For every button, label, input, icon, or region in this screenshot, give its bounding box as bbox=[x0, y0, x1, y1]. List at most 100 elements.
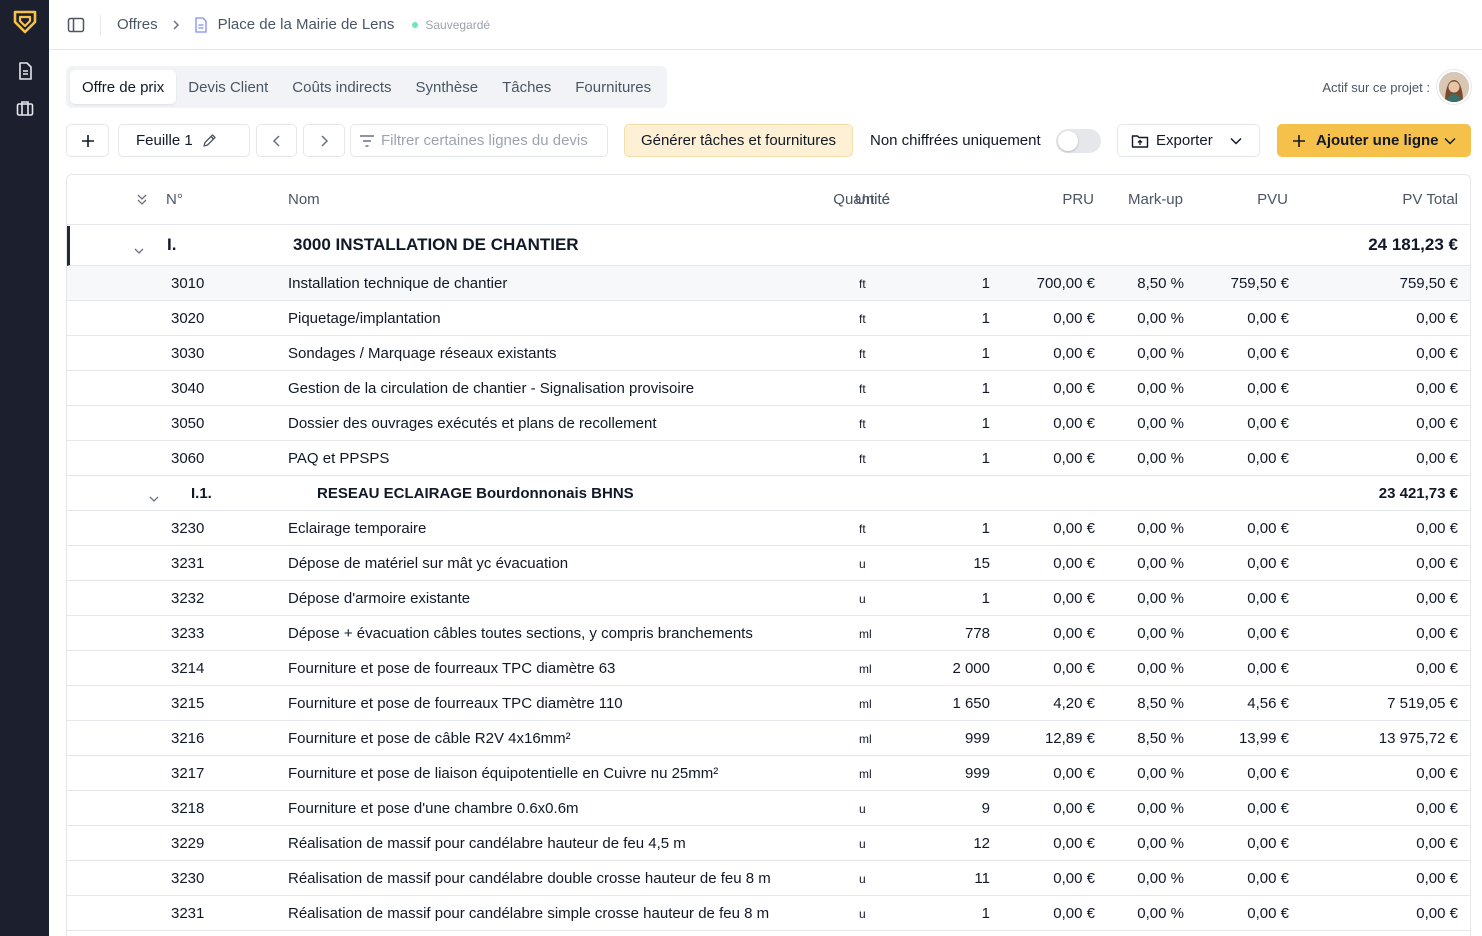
row-name[interactable]: Fourniture et pose de fourreaux TPC diam… bbox=[288, 695, 623, 712]
row-markup[interactable]: 0,00 % bbox=[1137, 450, 1184, 467]
table-row[interactable]: 3216 Fourniture et pose de câble R2V 4x16… bbox=[67, 721, 1470, 756]
row-markup[interactable]: 0,00 % bbox=[1137, 765, 1184, 782]
row-markup[interactable]: 0,00 % bbox=[1137, 870, 1184, 887]
row-name[interactable]: Réalisation de massif pour candélabre do… bbox=[288, 870, 771, 887]
row-unit[interactable]: ft bbox=[859, 452, 866, 466]
row-markup[interactable]: 0,00 % bbox=[1137, 800, 1184, 817]
row-markup[interactable]: 0,00 % bbox=[1137, 380, 1184, 397]
table-row[interactable]: 3020 Piquetage/implantation ft 1 0,00 € 0,00 … bbox=[67, 301, 1470, 336]
row-unit[interactable]: ml bbox=[859, 627, 872, 641]
row-unit[interactable]: ml bbox=[859, 662, 872, 676]
row-quantity[interactable]: 999 bbox=[965, 765, 990, 782]
row-name[interactable]: Dépose d'armoire existante bbox=[288, 590, 470, 607]
documents-icon[interactable] bbox=[15, 61, 35, 81]
table-row[interactable]: 3217 Fourniture et pose de liaison équipo… bbox=[67, 756, 1470, 791]
breadcrumb-offres[interactable]: Offres bbox=[117, 16, 158, 33]
row-pru[interactable]: 0,00 € bbox=[1053, 870, 1095, 887]
pencil-icon[interactable] bbox=[202, 133, 217, 148]
table-row[interactable]: 3233 Dépose + évacuation câbles toutes se… bbox=[67, 616, 1470, 651]
row-pru[interactable]: 0,00 € bbox=[1053, 660, 1095, 677]
row-quantity[interactable]: 1 bbox=[982, 520, 990, 537]
row-pru[interactable]: 0,00 € bbox=[1053, 380, 1095, 397]
tab-offre-de-prix[interactable]: Offre de prix bbox=[70, 70, 177, 104]
row-quantity[interactable]: 999 bbox=[965, 730, 990, 747]
row-markup[interactable]: 0,00 % bbox=[1137, 310, 1184, 327]
collapse-chevron-icon[interactable] bbox=[134, 242, 144, 259]
row-unit[interactable]: ft bbox=[859, 417, 866, 431]
table-row[interactable]: 3230 Réalisation de massif pour candélabr… bbox=[67, 861, 1470, 896]
row-unit[interactable]: ml bbox=[859, 767, 872, 781]
column-number[interactable]: N° bbox=[166, 191, 183, 208]
group-row[interactable]: I.1. RESEAU ECLAIRAGE Bourdonnonais BHNS 2… bbox=[67, 476, 1470, 511]
table-row[interactable]: 3010 Installation technique de chantier ft… bbox=[67, 266, 1470, 301]
tab-fournitures[interactable]: Fournitures bbox=[563, 70, 663, 104]
row-quantity[interactable]: 778 bbox=[965, 625, 990, 642]
tab-taches[interactable]: Tâches bbox=[490, 70, 563, 104]
row-quantity[interactable]: 1 bbox=[982, 345, 990, 362]
row-unit[interactable]: u bbox=[859, 557, 866, 571]
row-markup[interactable]: 0,00 % bbox=[1137, 835, 1184, 852]
row-pru[interactable]: 12,89 € bbox=[1045, 730, 1095, 747]
table-row[interactable]: 3232 Dépose d'armoire existante u 1 0,00 € 0,… bbox=[67, 581, 1470, 616]
briefcase-icon[interactable] bbox=[15, 98, 35, 118]
tab-couts-indirects[interactable]: Coûts indirects bbox=[280, 70, 403, 104]
group-row[interactable]: I. 3000 INSTALLATION DE CHANTIER 24 181,23… bbox=[67, 226, 1470, 266]
row-markup[interactable]: 0,00 % bbox=[1137, 520, 1184, 537]
row-markup[interactable]: 8,50 % bbox=[1137, 730, 1184, 747]
row-unit[interactable]: u bbox=[859, 592, 866, 606]
table-row[interactable]: 3229 Réalisation de massif pour candélabr… bbox=[67, 826, 1470, 861]
row-quantity[interactable]: 1 bbox=[982, 590, 990, 607]
row-pru[interactable]: 0,00 € bbox=[1053, 835, 1095, 852]
row-unit[interactable]: u bbox=[859, 907, 866, 921]
table-row[interactable]: 3050 Dossier des ouvrages exécutés et pla… bbox=[67, 406, 1470, 441]
row-pru[interactable]: 0,00 € bbox=[1053, 555, 1095, 572]
row-markup[interactable]: 0,00 % bbox=[1137, 345, 1184, 362]
row-quantity[interactable]: 1 bbox=[982, 905, 990, 922]
sidebar-toggle-icon[interactable] bbox=[67, 16, 85, 34]
row-name[interactable]: Sondages / Marquage réseaux existants bbox=[288, 345, 557, 362]
row-name[interactable]: Fourniture et pose de fourreaux TPC diam… bbox=[288, 660, 615, 677]
row-name[interactable]: Dossier des ouvrages exécutés et plans d… bbox=[288, 415, 657, 432]
row-markup[interactable]: 8,50 % bbox=[1137, 695, 1184, 712]
row-pru[interactable]: 0,00 € bbox=[1053, 625, 1095, 642]
column-pvu[interactable]: PVU bbox=[1257, 191, 1288, 208]
table-row[interactable]: 3218 Fourniture et pose d'une chambre 0.6… bbox=[67, 791, 1470, 826]
row-markup[interactable]: 0,00 % bbox=[1137, 555, 1184, 572]
row-unit[interactable]: u bbox=[859, 837, 866, 851]
table-row[interactable]: 3214 Fourniture et pose de fourreaux TPC … bbox=[67, 651, 1470, 686]
unpriced-only-toggle[interactable] bbox=[1056, 129, 1101, 153]
row-pru[interactable]: 4,20 € bbox=[1053, 695, 1095, 712]
column-pru[interactable]: PRU bbox=[1062, 191, 1094, 208]
row-pru[interactable]: 0,00 € bbox=[1053, 345, 1095, 362]
row-markup[interactable]: 0,00 % bbox=[1137, 625, 1184, 642]
breadcrumb-project[interactable]: Place de la Mairie de Lens bbox=[218, 16, 395, 33]
row-name[interactable]: Eclairage temporaire bbox=[288, 520, 426, 537]
row-unit[interactable]: ft bbox=[859, 312, 866, 326]
row-name[interactable]: PAQ et PPSPS bbox=[288, 450, 389, 467]
table-row[interactable]: 3215 Fourniture et pose de fourreaux TPC … bbox=[67, 686, 1470, 721]
row-name[interactable]: Piquetage/implantation bbox=[288, 310, 441, 327]
row-unit[interactable]: ml bbox=[859, 732, 872, 746]
table-row[interactable]: 3231 Dépose de matériel sur mât yc évacua… bbox=[67, 546, 1470, 581]
row-markup[interactable]: 0,00 % bbox=[1137, 660, 1184, 677]
row-pru[interactable]: 0,00 € bbox=[1053, 765, 1095, 782]
row-unit[interactable]: ft bbox=[859, 522, 866, 536]
row-name[interactable]: Dépose + évacuation câbles toutes sectio… bbox=[288, 625, 753, 642]
row-unit[interactable]: ml bbox=[859, 697, 872, 711]
generate-tasks-button[interactable]: Générer tâches et fournitures bbox=[624, 124, 853, 157]
row-pru[interactable]: 0,00 € bbox=[1053, 800, 1095, 817]
row-quantity[interactable]: 9 bbox=[982, 800, 990, 817]
row-unit[interactable]: ft bbox=[859, 382, 866, 396]
row-quantity[interactable]: 11 bbox=[974, 870, 990, 887]
row-name[interactable]: Fourniture et pose d'une chambre 0.6x0.6… bbox=[288, 800, 579, 817]
table-row[interactable]: 3231 Réalisation de massif pour candélabr… bbox=[67, 896, 1470, 931]
row-unit[interactable]: u bbox=[859, 872, 866, 886]
row-markup[interactable]: 0,00 % bbox=[1137, 415, 1184, 432]
table-row[interactable]: 3030 Sondages / Marquage réseaux existant… bbox=[67, 336, 1470, 371]
row-pru[interactable]: 0,00 € bbox=[1053, 415, 1095, 432]
tab-synthese[interactable]: Synthèse bbox=[404, 70, 491, 104]
previous-sheet-button[interactable] bbox=[256, 124, 297, 157]
row-markup[interactable]: 8,50 % bbox=[1137, 275, 1184, 292]
row-name[interactable]: Réalisation de massif pour candélabre si… bbox=[288, 905, 769, 922]
row-name[interactable]: Dépose de matériel sur mât yc évacuation bbox=[288, 555, 568, 572]
